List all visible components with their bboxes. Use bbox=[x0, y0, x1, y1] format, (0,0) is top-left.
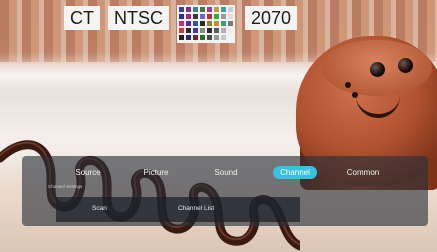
tab-sound[interactable]: Sound bbox=[206, 166, 246, 179]
settings-menu-panel: Source Picture Sound Channel Common Chan… bbox=[22, 156, 428, 226]
channel-number: 2070 bbox=[245, 6, 298, 30]
tab-common[interactable]: Common bbox=[340, 166, 386, 179]
tab-picture[interactable]: Picture bbox=[136, 166, 176, 179]
tab-source[interactable]: Source bbox=[68, 166, 108, 179]
cake-eye-left bbox=[370, 62, 385, 77]
channel-list-menu-item[interactable]: Channel List bbox=[178, 202, 214, 216]
channel-info-osd: CT NTSC 2070 bbox=[64, 5, 298, 43]
color-system-label: NTSC bbox=[108, 6, 169, 30]
scan-menu-item[interactable]: Scan bbox=[92, 202, 107, 216]
broadcast-standard-label: CT bbox=[64, 6, 100, 30]
menu-tab-bar: Source Picture Sound Channel Common bbox=[22, 166, 428, 180]
section-hint: Channel Settings bbox=[48, 184, 83, 189]
color-bar-test-pattern-icon bbox=[177, 5, 235, 43]
tab-channel[interactable]: Channel bbox=[273, 166, 317, 179]
cake-dot bbox=[345, 82, 351, 88]
cake-eye-right bbox=[398, 58, 413, 73]
